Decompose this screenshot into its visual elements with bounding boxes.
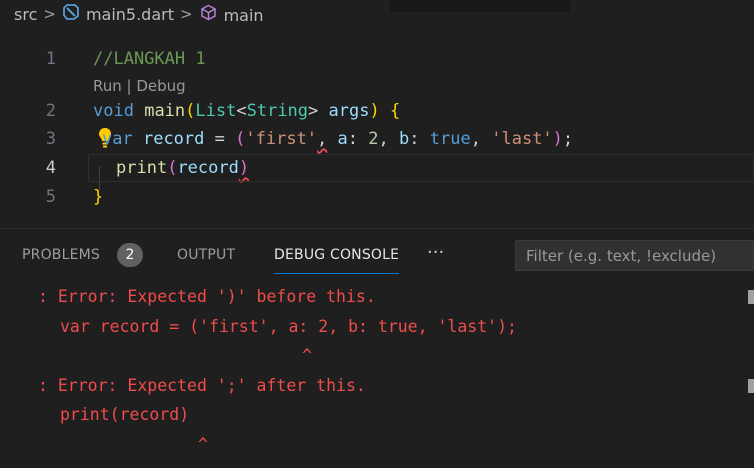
string-literal: 'last' [491,129,553,149]
error-squiggle[interactable]: ) [239,158,249,178]
tab-label: OUTPUT [177,247,236,263]
paren: ( [185,101,196,121]
tab-label: DEBUG CONSOLE [274,247,400,263]
code-line-3[interactable]: 3 var record = ('first', a: 2, b: true, … [0,125,754,153]
codelens-separator: | [121,77,137,95]
variable: record [142,129,205,149]
parameter: args [328,101,370,121]
paren: ( [235,129,246,149]
tab-debug-console[interactable]: DEBUG CONSOLE [274,236,400,274]
variable: record [177,158,239,178]
function-name: print [116,158,168,178]
dart-file-icon [63,4,79,20]
function-cube-icon [200,4,217,21]
console-error-line: : Error: Expected ')' before this. [38,287,376,306]
line-number: 2 [45,101,56,121]
error-squiggle[interactable]: , [317,129,327,149]
semicolon: ; [562,129,574,149]
breadcrumb-symbol-label: main [223,5,264,25]
brace: } [93,187,104,207]
run-codelens-link[interactable]: Run [93,77,122,95]
type-name: String [246,101,309,121]
console-source-line: print(record) [60,405,190,424]
more-actions-icon[interactable]: ··· [427,236,444,274]
number-literal: 2 [368,129,379,149]
comment: //LANGKAH 1 [93,49,206,69]
angle-bracket: < [236,101,247,121]
debug-console-output[interactable]: : Error: Expected ')' before this. var r… [0,282,754,468]
code-line-4[interactable]: 4 print(record) [0,154,754,182]
tab-output[interactable]: OUTPUT [177,236,235,274]
comma: , [470,129,481,149]
colon: : [347,129,359,149]
keyword: true [429,129,471,149]
line-number: 1 [45,49,56,69]
line-number: 4 [45,158,56,178]
debug-codelens-link[interactable]: Debug [136,77,185,95]
filter-input[interactable] [515,240,754,271]
breadcrumb-symbol[interactable]: main [200,4,264,25]
paren: ) [552,129,563,149]
function-name: main [144,101,186,121]
code-line-1[interactable]: 1 //LANGKAH 1 [0,45,754,73]
breadcrumb: src > main5.dart > main [0,0,754,28]
operator: = [214,129,225,149]
breadcrumb-file-label: main5.dart [85,5,174,24]
paren: ) [369,101,380,121]
breadcrumb-src[interactable]: src [14,5,37,24]
comma: , [378,129,389,149]
keyword: void [93,101,134,121]
angle-bracket: > [308,101,319,121]
string-literal: 'first' [245,129,318,149]
panel-divider [0,228,754,229]
tab-label: PROBLEMS [22,247,101,263]
breadcrumb-file[interactable]: main5.dart [63,4,174,24]
named-field: b [399,129,410,149]
console-caret: ^ [302,346,312,365]
paren: ( [167,158,178,178]
source-link-marker[interactable] [748,290,754,304]
codelens: Run | Debug [93,77,186,95]
colon: : [409,129,420,149]
brace: { [389,101,401,121]
code-line-2[interactable]: 2 void main(List<String> args) { [0,97,754,125]
scrollbar-track[interactable] [390,0,570,12]
type-name: List [195,101,237,121]
line-number: 5 [45,187,56,207]
problems-count-badge: 2 [117,243,143,267]
tab-problems[interactable]: PROBLEMS [22,236,100,274]
chevron-right-icon: > [180,5,193,23]
console-error-line: : Error: Expected ';' after this. [38,376,366,395]
code-editor[interactable]: 1 //LANGKAH 1 Run | Debug 2 void main(Li… [0,40,754,226]
console-caret: ^ [198,435,208,454]
named-field: a [337,129,348,149]
code-line-5[interactable]: 5 } [0,183,754,211]
panel-tab-bar: PROBLEMS 2 OUTPUT DEBUG CONSOLE ··· [0,236,754,274]
source-link-marker[interactable] [748,379,754,393]
line-number: 3 [45,129,56,149]
console-source-line: var record = ('first', a: 2, b: true, 'l… [60,317,517,336]
chevron-right-icon: > [43,5,56,23]
keyword: var [102,129,133,149]
